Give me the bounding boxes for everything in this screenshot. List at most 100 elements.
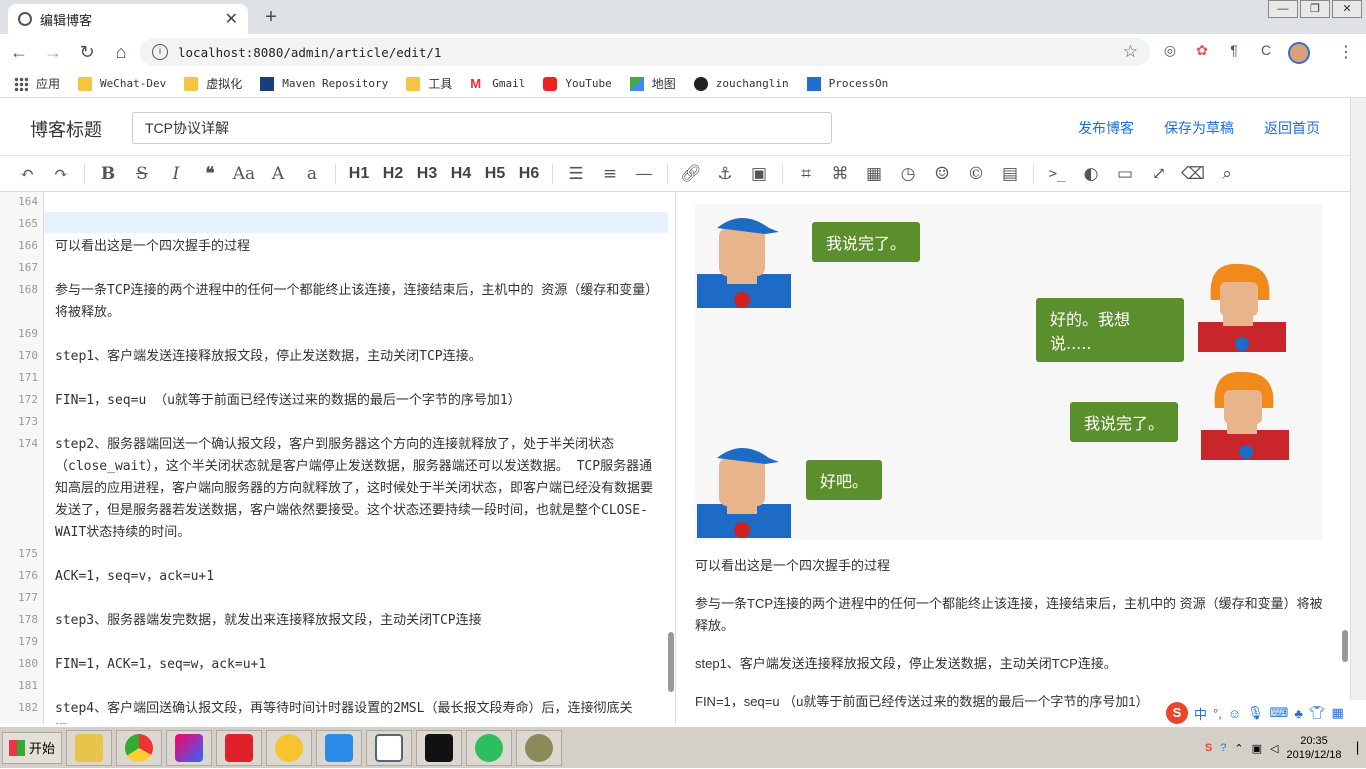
show-desktop-icon[interactable]: ▕ xyxy=(1350,742,1358,755)
search-icon[interactable]: ⌕ xyxy=(1210,160,1244,188)
table-icon[interactable]: ▦ xyxy=(857,160,891,188)
menu-icon[interactable]: ⋮ xyxy=(1338,42,1354,62)
bookmark-tools[interactable]: 工具 xyxy=(406,75,452,92)
taskbar-youdao[interactable] xyxy=(216,729,263,766)
taskbar-app6[interactable] xyxy=(316,729,363,766)
url-bar[interactable]: i localhost:8080/admin/article/edit/1 ☆ xyxy=(140,38,1150,66)
editor-scrollbar[interactable] xyxy=(668,632,674,692)
h5-button[interactable]: H5 xyxy=(478,160,512,188)
emoji-icon[interactable]: ☺ xyxy=(1228,706,1241,721)
strikethrough-icon[interactable]: S xyxy=(125,160,159,188)
bookmark-github[interactable]: zouchanglin xyxy=(693,76,789,91)
home-icon[interactable]: ⌂ xyxy=(106,42,136,63)
anchor-icon[interactable]: ⚓︎ xyxy=(708,160,742,188)
emoji-icon[interactable]: ☺ xyxy=(925,160,959,188)
taskbar-cmd[interactable] xyxy=(416,729,463,766)
uppercase-icon[interactable]: Aa xyxy=(227,160,261,188)
back-home-button[interactable]: 返回首页 xyxy=(1264,118,1320,138)
shirt-icon[interactable]: 👕︎ xyxy=(1309,705,1326,721)
bookmark-apps[interactable]: 应用 xyxy=(14,75,60,92)
bookmark-star-icon[interactable]: ☆ xyxy=(1123,42,1138,62)
preview-scrollbar[interactable] xyxy=(1342,630,1348,662)
image-icon[interactable]: ▣ xyxy=(742,160,776,188)
taskbar-app5[interactable] xyxy=(266,729,313,766)
uppercase-single-icon[interactable]: A xyxy=(261,160,295,188)
pagebreak-icon[interactable]: ▤ xyxy=(993,160,1027,188)
back-icon[interactable]: ← xyxy=(4,42,34,63)
clear-icon[interactable]: ⌫ xyxy=(1176,160,1210,188)
preview-toggle-icon[interactable]: ◐ xyxy=(1074,160,1108,188)
bookmark-maven[interactable]: Maven Repository xyxy=(260,76,388,91)
code-block-icon[interactable]: ⌘ xyxy=(823,160,857,188)
ordered-list-icon[interactable]: ≡ xyxy=(593,160,627,188)
code-icon[interactable]: ⌗ xyxy=(789,160,823,188)
quote-icon[interactable]: ❝ xyxy=(193,160,227,188)
italic-icon[interactable]: I xyxy=(159,160,193,188)
h3-button[interactable]: H3 xyxy=(410,160,444,188)
bold-icon[interactable]: B xyxy=(91,160,125,188)
fullscreen-preview-icon[interactable]: ▭ xyxy=(1108,160,1142,188)
restore-button[interactable]: ❐ xyxy=(1300,0,1330,18)
horizontal-rule-icon[interactable]: — xyxy=(627,160,661,188)
taskbar-chrome[interactable] xyxy=(116,729,163,766)
sogou-icon[interactable]: S xyxy=(1166,702,1188,724)
extension-1-icon[interactable]: ◎ xyxy=(1160,42,1180,62)
lowercase-icon[interactable]: a xyxy=(295,160,329,188)
terminal-icon[interactable]: >_ xyxy=(1040,160,1074,188)
bookmark-gmail[interactable]: M Gmail xyxy=(470,76,525,91)
taskbar-intellij[interactable] xyxy=(166,729,213,766)
link-icon[interactable]: 🔗︎ xyxy=(674,160,708,188)
h6-button[interactable]: H6 xyxy=(512,160,546,188)
datetime-icon[interactable]: ◷ xyxy=(891,160,925,188)
h4-button[interactable]: H4 xyxy=(444,160,478,188)
save-draft-button[interactable]: 保存为草稿 xyxy=(1164,118,1234,138)
browser-tab[interactable]: 编辑博客 ✕ xyxy=(8,4,248,34)
taskbar-app7[interactable] xyxy=(366,729,413,766)
redo-icon[interactable]: ↷ xyxy=(44,160,78,188)
ime-language[interactable]: 中 xyxy=(1194,704,1207,723)
bookmark-maps[interactable]: 地图 xyxy=(629,75,676,92)
h1-button[interactable]: H1 xyxy=(342,160,376,188)
volume-icon[interactable]: ◁ xyxy=(1270,742,1278,755)
keyboard-icon[interactable]: ⌨ xyxy=(1270,705,1289,721)
profile-avatar[interactable] xyxy=(1288,42,1310,64)
undo-icon[interactable]: ↶ xyxy=(10,160,44,188)
forward-icon[interactable]: → xyxy=(38,42,68,63)
start-button[interactable]: 开始 xyxy=(2,731,63,764)
fullscreen-icon[interactable]: ⤢ xyxy=(1142,160,1176,188)
line-number: 182 xyxy=(18,701,38,714)
taskbar-evernote[interactable] xyxy=(466,729,513,766)
voice-icon[interactable]: 🎙︎ xyxy=(1247,705,1264,721)
bookmark-wechat-dev[interactable]: WeChat-Dev xyxy=(78,76,166,91)
grid-icon[interactable]: ▦ xyxy=(1331,705,1343,721)
unordered-list-icon[interactable]: ☰ xyxy=(559,160,593,188)
close-window-button[interactable]: ✕ xyxy=(1332,0,1362,18)
clock[interactable]: 20:35 2019/12/18 xyxy=(1286,734,1341,762)
info-icon[interactable]: i xyxy=(152,44,168,60)
publish-button[interactable]: 发布博客 xyxy=(1078,118,1134,138)
bookmark-virtualization[interactable]: 虚拟化 xyxy=(184,75,242,92)
punctuation-icon[interactable]: °, xyxy=(1213,706,1222,721)
tray-expand-icon[interactable]: ⌃ xyxy=(1234,742,1243,755)
close-tab-icon[interactable]: ✕ xyxy=(225,9,238,29)
help-icon[interactable]: ? xyxy=(1220,742,1226,754)
bird-icon xyxy=(325,733,354,762)
blog-title-input[interactable] xyxy=(132,112,832,144)
new-tab-button[interactable]: + xyxy=(260,6,282,29)
bookmark-processon[interactable]: ProcessOn xyxy=(806,76,888,91)
extension-3-icon[interactable]: ¶ xyxy=(1224,42,1244,62)
html-entity-icon[interactable]: © xyxy=(959,160,993,188)
bookmark-youtube[interactable]: YouTube xyxy=(543,76,612,91)
h2-button[interactable]: H2 xyxy=(376,160,410,188)
network-icon[interactable]: ▣ xyxy=(1252,742,1262,755)
markdown-editor[interactable]: 164 165 166 可以看出这是一个四次握手的过程 167 168 参与一条TCP连接的… xyxy=(0,192,676,724)
reload-icon[interactable]: ↻ xyxy=(72,42,102,63)
skin-icon[interactable]: ♣ xyxy=(1294,706,1303,721)
extension-2-icon[interactable]: ✿ xyxy=(1192,42,1212,62)
taskbar-explorer[interactable] xyxy=(66,729,113,766)
sogou-tray-icon[interactable]: S xyxy=(1205,742,1212,754)
minimize-button[interactable]: — xyxy=(1268,0,1298,18)
taskbar-app10[interactable] xyxy=(516,729,563,766)
extension-4-icon[interactable]: C xyxy=(1256,42,1276,62)
page-scrollbar[interactable] xyxy=(1350,98,1366,724)
